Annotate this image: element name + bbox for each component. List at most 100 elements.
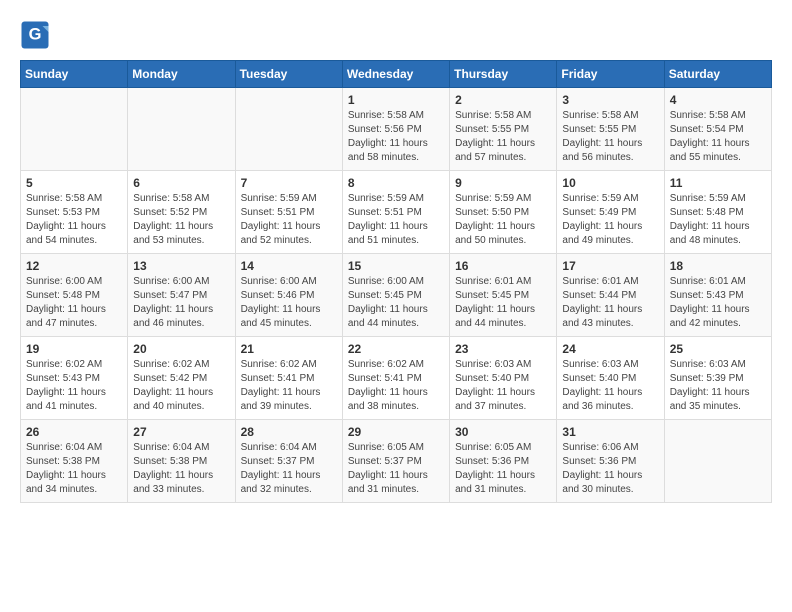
calendar-cell: 21Sunrise: 6:02 AM Sunset: 5:41 PM Dayli… [235,337,342,420]
calendar-cell: 1 Sunrise: 5:58 AM Sunset: 5:56 PM Daylig… [342,88,449,171]
day-number: 8 [348,176,444,190]
day-number: 21 [241,342,337,356]
day-number: 15 [348,259,444,273]
day-number: 12 [26,259,122,273]
weekday-header-wednesday: Wednesday [342,61,449,88]
calendar-cell: 22 Sunrise: 6:02 AM Sunset: 5:41 PM Dayli… [342,337,449,420]
logo: G [20,20,54,50]
weekday-header-saturday: Saturday [664,61,771,88]
calendar-table: SundayMondayTuesdayWednesdayThursdayFrid… [20,60,772,503]
day-info: Sunrise: 6:00 AM Sunset: 5:45 PM Dayligh… [348,275,444,331]
calendar-cell: 30 Sunrise: 6:05 AM Sunset: 5:36 PM Dayli… [450,420,557,503]
day-number: 11 [670,176,766,190]
calendar-week-row: 5 Sunrise: 5:58 AM Sunset: 5:53 PM Daylig… [21,171,772,254]
calendar-cell: 31Sunrise: 6:06 AM Sunset: 5:36 PM Dayli… [557,420,664,503]
calendar-cell: 17Sunrise: 6:01 AM Sunset: 5:44 PM Dayli… [557,254,664,337]
weekday-row: SundayMondayTuesdayWednesdayThursdayFrid… [21,61,772,88]
day-info: Sunrise: 6:05 AM Sunset: 5:36 PM Dayligh… [455,441,551,497]
day-number: 31 [562,425,658,439]
calendar-cell: 4Sunrise: 5:58 AM Sunset: 5:54 PM Daylig… [664,88,771,171]
calendar-week-row: 12 Sunrise: 6:00 AM Sunset: 5:48 PM Dayli… [21,254,772,337]
calendar-cell: 20Sunrise: 6:02 AM Sunset: 5:42 PM Dayli… [128,337,235,420]
day-number: 23 [455,342,551,356]
day-info: Sunrise: 6:05 AM Sunset: 5:37 PM Dayligh… [348,441,444,497]
day-number: 30 [455,425,551,439]
calendar-cell: 12 Sunrise: 6:00 AM Sunset: 5:48 PM Dayli… [21,254,128,337]
calendar-body: 1 Sunrise: 5:58 AM Sunset: 5:56 PM Daylig… [21,88,772,503]
calendar-cell: 16 Sunrise: 6:01 AM Sunset: 5:45 PM Dayli… [450,254,557,337]
weekday-header-friday: Friday [557,61,664,88]
calendar-cell: 19Sunrise: 6:02 AM Sunset: 5:43 PM Dayli… [21,337,128,420]
calendar-cell: 2 Sunrise: 5:58 AM Sunset: 5:55 PM Daylig… [450,88,557,171]
day-info: Sunrise: 5:58 AM Sunset: 5:55 PM Dayligh… [455,109,551,165]
calendar-cell: 23 Sunrise: 6:03 AM Sunset: 5:40 PM Dayli… [450,337,557,420]
day-number: 7 [241,176,337,190]
day-info: Sunrise: 6:04 AM Sunset: 5:38 PM Dayligh… [26,441,122,497]
day-number: 2 [455,93,551,107]
calendar-cell: 28 Sunrise: 6:04 AM Sunset: 5:37 PM Dayli… [235,420,342,503]
day-info: Sunrise: 6:00 AM Sunset: 5:48 PM Dayligh… [26,275,122,331]
calendar-cell: 8 Sunrise: 5:59 AM Sunset: 5:51 PM Daylig… [342,171,449,254]
calendar-cell [21,88,128,171]
day-number: 5 [26,176,122,190]
day-number: 16 [455,259,551,273]
day-info: Sunrise: 5:59 AM Sunset: 5:51 PM Dayligh… [241,192,337,248]
calendar-cell: 5 Sunrise: 5:58 AM Sunset: 5:53 PM Daylig… [21,171,128,254]
day-info: Sunrise: 5:58 AM Sunset: 5:55 PM Dayligh… [562,109,658,165]
day-info: Sunrise: 6:02 AM Sunset: 5:41 PM Dayligh… [348,358,444,414]
calendar-cell: 24 Sunrise: 6:03 AM Sunset: 5:40 PM Dayli… [557,337,664,420]
day-number: 26 [26,425,122,439]
day-info: Sunrise: 6:01 AM Sunset: 5:45 PM Dayligh… [455,275,551,331]
svg-text:G: G [29,26,42,44]
calendar-cell: 13 Sunrise: 6:00 AM Sunset: 5:47 PM Dayli… [128,254,235,337]
weekday-header-thursday: Thursday [450,61,557,88]
day-info: Sunrise: 5:58 AM Sunset: 5:53 PM Dayligh… [26,192,122,248]
day-info: Sunrise: 5:59 AM Sunset: 5:49 PM Dayligh… [562,192,658,248]
day-info: Sunrise: 5:59 AM Sunset: 5:48 PM Dayligh… [670,192,766,248]
day-number: 18 [670,259,766,273]
day-info: Sunrise: 5:58 AM Sunset: 5:52 PM Dayligh… [133,192,229,248]
day-number: 1 [348,93,444,107]
day-number: 13 [133,259,229,273]
weekday-header-sunday: Sunday [21,61,128,88]
day-info: Sunrise: 6:00 AM Sunset: 5:47 PM Dayligh… [133,275,229,331]
logo-icon: G [20,20,50,50]
calendar-week-row: 1 Sunrise: 5:58 AM Sunset: 5:56 PM Daylig… [21,88,772,171]
day-number: 17 [562,259,658,273]
day-info: Sunrise: 6:03 AM Sunset: 5:40 PM Dayligh… [562,358,658,414]
day-info: Sunrise: 6:02 AM Sunset: 5:43 PM Dayligh… [26,358,122,414]
calendar-cell: 11 Sunrise: 5:59 AM Sunset: 5:48 PM Dayli… [664,171,771,254]
weekday-header-monday: Monday [128,61,235,88]
day-number: 27 [133,425,229,439]
day-info: Sunrise: 5:58 AM Sunset: 5:56 PM Dayligh… [348,109,444,165]
day-info: Sunrise: 6:03 AM Sunset: 5:39 PM Dayligh… [670,358,766,414]
day-number: 3 [562,93,658,107]
page-header: G [20,20,772,50]
calendar-cell [235,88,342,171]
day-number: 9 [455,176,551,190]
calendar-cell: 26 Sunrise: 6:04 AM Sunset: 5:38 PM Dayli… [21,420,128,503]
calendar-cell: 3 Sunrise: 5:58 AM Sunset: 5:55 PM Daylig… [557,88,664,171]
day-number: 28 [241,425,337,439]
day-info: Sunrise: 5:59 AM Sunset: 5:50 PM Dayligh… [455,192,551,248]
day-info: Sunrise: 6:03 AM Sunset: 5:40 PM Dayligh… [455,358,551,414]
calendar-cell: 15 Sunrise: 6:00 AM Sunset: 5:45 PM Dayli… [342,254,449,337]
day-number: 22 [348,342,444,356]
weekday-header-tuesday: Tuesday [235,61,342,88]
calendar-cell: 9 Sunrise: 5:59 AM Sunset: 5:50 PM Daylig… [450,171,557,254]
day-info: Sunrise: 6:01 AM Sunset: 5:43 PM Dayligh… [670,275,766,331]
calendar-cell: 29Sunrise: 6:05 AM Sunset: 5:37 PM Dayli… [342,420,449,503]
calendar-cell [664,420,771,503]
calendar-week-row: 26 Sunrise: 6:04 AM Sunset: 5:38 PM Dayli… [21,420,772,503]
day-info: Sunrise: 6:02 AM Sunset: 5:42 PM Dayligh… [133,358,229,414]
calendar-cell: 27Sunrise: 6:04 AM Sunset: 5:38 PM Dayli… [128,420,235,503]
day-number: 24 [562,342,658,356]
day-info: Sunrise: 6:04 AM Sunset: 5:37 PM Dayligh… [241,441,337,497]
calendar-week-row: 19Sunrise: 6:02 AM Sunset: 5:43 PM Dayli… [21,337,772,420]
day-info: Sunrise: 5:59 AM Sunset: 5:51 PM Dayligh… [348,192,444,248]
calendar-cell: 6Sunrise: 5:58 AM Sunset: 5:52 PM Daylig… [128,171,235,254]
calendar-cell [128,88,235,171]
day-number: 10 [562,176,658,190]
day-info: Sunrise: 5:58 AM Sunset: 5:54 PM Dayligh… [670,109,766,165]
calendar-cell: 18 Sunrise: 6:01 AM Sunset: 5:43 PM Dayli… [664,254,771,337]
